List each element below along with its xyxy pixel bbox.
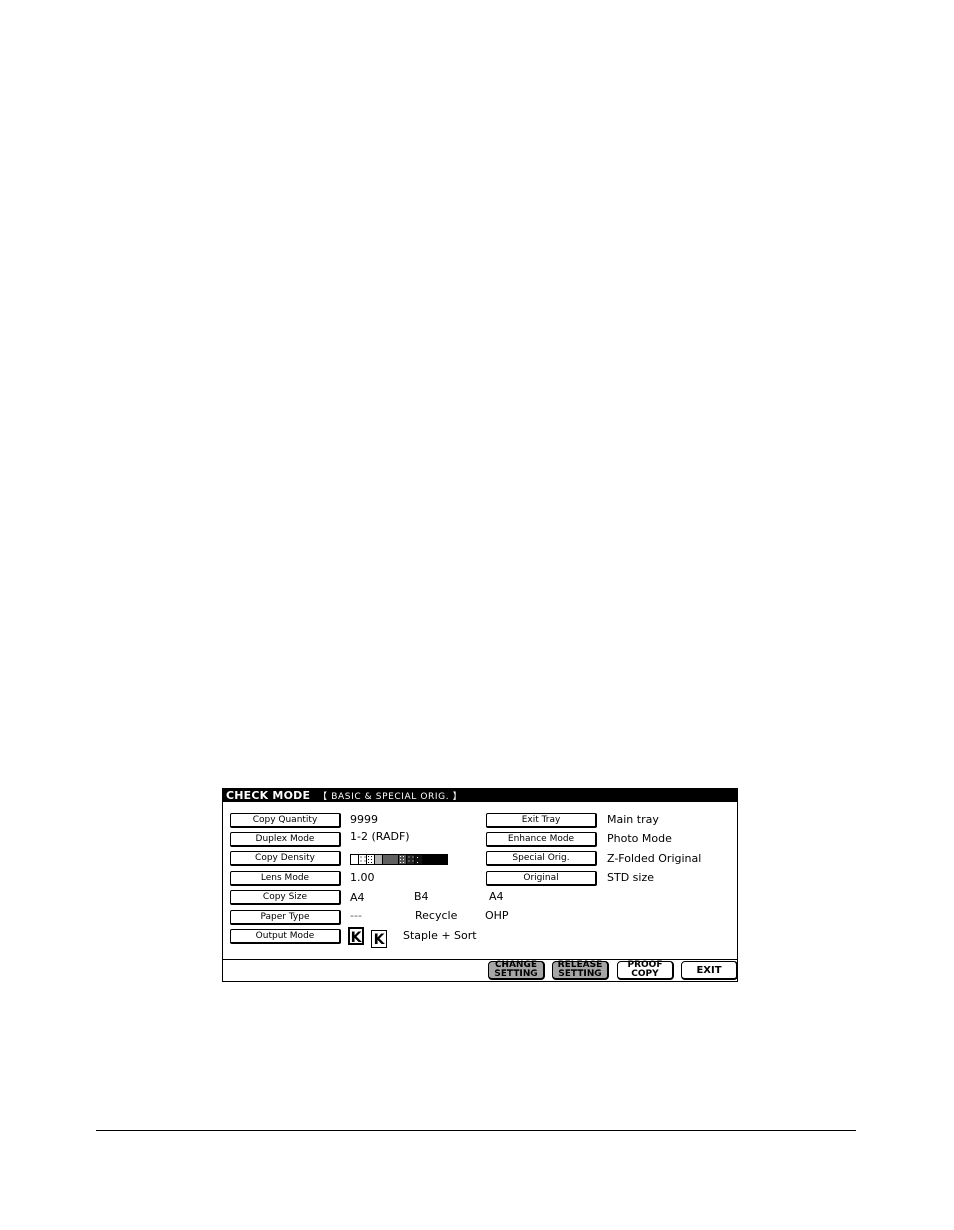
duplex-mode-value: 1-2 (RADF)	[350, 830, 410, 843]
panel-title: CHECK MODE	[226, 789, 311, 802]
exit-tray-value: Main tray	[607, 813, 659, 826]
density-level-2	[359, 855, 367, 864]
page-footer-rule	[96, 1130, 856, 1131]
check-mode-panel: CHECK MODE 【 BASIC & SPECIAL ORIG. 】 Copy…	[222, 788, 738, 982]
release-setting-button[interactable]: RELEASE SETTING	[552, 961, 609, 980]
special-orig-button[interactable]: Special Orig.	[486, 851, 597, 866]
copy-density-button[interactable]: Copy Density	[230, 851, 341, 866]
sort-icon: K	[371, 930, 387, 948]
copy-size-value-2: B4	[414, 890, 429, 903]
density-level-9	[423, 855, 447, 864]
density-level-3	[367, 855, 375, 864]
density-scale	[350, 854, 448, 865]
output-mode-button[interactable]: Output Mode	[230, 929, 341, 944]
paper-type-value-1: ---	[350, 909, 362, 922]
exit-button[interactable]: EXIT	[681, 961, 738, 980]
output-mode-value: Staple + Sort	[403, 929, 477, 942]
copy-size-value-1: A4	[350, 891, 365, 904]
original-button[interactable]: Original	[486, 871, 597, 886]
exit-tray-button[interactable]: Exit Tray	[486, 813, 597, 828]
lens-mode-value: 1.00	[350, 871, 375, 884]
duplex-mode-button[interactable]: Duplex Mode	[230, 832, 341, 847]
paper-type-value-2: Recycle	[415, 909, 458, 922]
copy-quantity-button[interactable]: Copy Quantity	[230, 813, 341, 828]
density-level-4	[375, 855, 383, 864]
release-setting-label: RELEASE SETTING	[557, 960, 603, 979]
copy-quantity-value: 9999	[350, 813, 378, 826]
panel-subtitle: 【 BASIC & SPECIAL ORIG. 】	[318, 792, 463, 802]
change-setting-label: CHANGE SETTING	[494, 960, 538, 979]
original-value: STD size	[607, 871, 654, 884]
paper-type-button[interactable]: Paper Type	[230, 910, 341, 925]
density-level-6	[399, 855, 407, 864]
exit-label: EXIT	[696, 964, 722, 976]
paper-type-value-3: OHP	[485, 909, 509, 922]
lens-mode-button[interactable]: Lens Mode	[230, 871, 341, 886]
density-level-8	[415, 855, 423, 864]
change-setting-button[interactable]: CHANGE SETTING	[488, 961, 545, 980]
enhance-mode-value: Photo Mode	[607, 832, 672, 845]
density-level-5-selected	[382, 854, 400, 865]
copy-size-button[interactable]: Copy Size	[230, 890, 341, 905]
title-bar: CHECK MODE 【 BASIC & SPECIAL ORIG. 】	[223, 789, 737, 802]
density-level-7	[407, 855, 415, 864]
staple-corner-icon: K	[348, 927, 364, 946]
density-level-1	[351, 855, 359, 864]
proof-copy-button[interactable]: PROOF COPY	[617, 961, 674, 980]
special-orig-value: Z-Folded Original	[607, 852, 702, 865]
copy-size-value-3: A4	[489, 890, 504, 903]
enhance-mode-button[interactable]: Enhance Mode	[486, 832, 597, 847]
proof-copy-label: PROOF COPY	[627, 960, 663, 979]
